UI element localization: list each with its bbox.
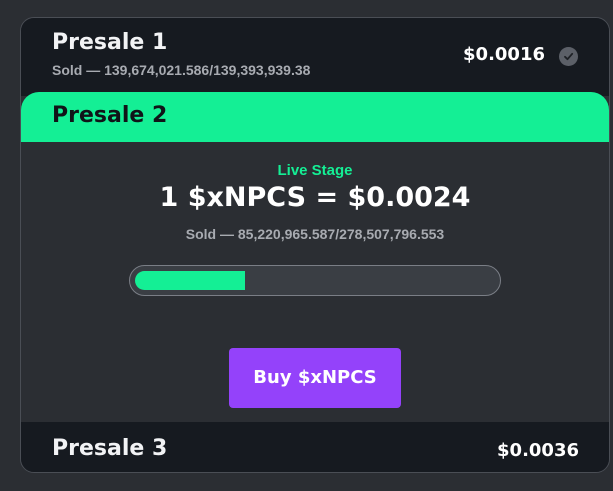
buy-button[interactable]: Buy $xNPCS bbox=[229, 348, 401, 408]
presale-3-price: $0.0036 bbox=[497, 440, 579, 461]
presale-card: Presale 1 Sold — 139,674,021.586/139,393… bbox=[20, 17, 610, 473]
check-circle-icon bbox=[559, 47, 578, 66]
check-mark-glyph bbox=[564, 52, 574, 61]
sale-progress-bar bbox=[129, 265, 501, 296]
presale-1-title: Presale 1 bbox=[52, 30, 168, 55]
presale-1-row[interactable]: Presale 1 Sold — 139,674,021.586/139,393… bbox=[21, 18, 609, 96]
presale-1-sold: Sold — 139,674,021.586/139,393,939.38 bbox=[52, 62, 311, 78]
presale-2-header[interactable]: Presale 2 bbox=[21, 92, 609, 142]
sale-progress-fill bbox=[135, 271, 245, 290]
presale-2-body: Live Stage 1 $xNPCS = $0.0024 Sold — 85,… bbox=[21, 142, 609, 422]
token-rate: 1 $xNPCS = $0.0024 bbox=[159, 182, 471, 213]
presale-3-title: Presale 3 bbox=[52, 436, 168, 461]
live-stage-label: Live Stage bbox=[277, 162, 353, 179]
presale-2-sold: Sold — 85,220,965.587/278,507,796.553 bbox=[185, 226, 445, 242]
presale-2-title: Presale 2 bbox=[52, 103, 168, 128]
presale-3-row[interactable]: Presale 3 $0.0036 bbox=[21, 422, 609, 472]
presale-1-price: $0.0016 bbox=[463, 44, 545, 65]
